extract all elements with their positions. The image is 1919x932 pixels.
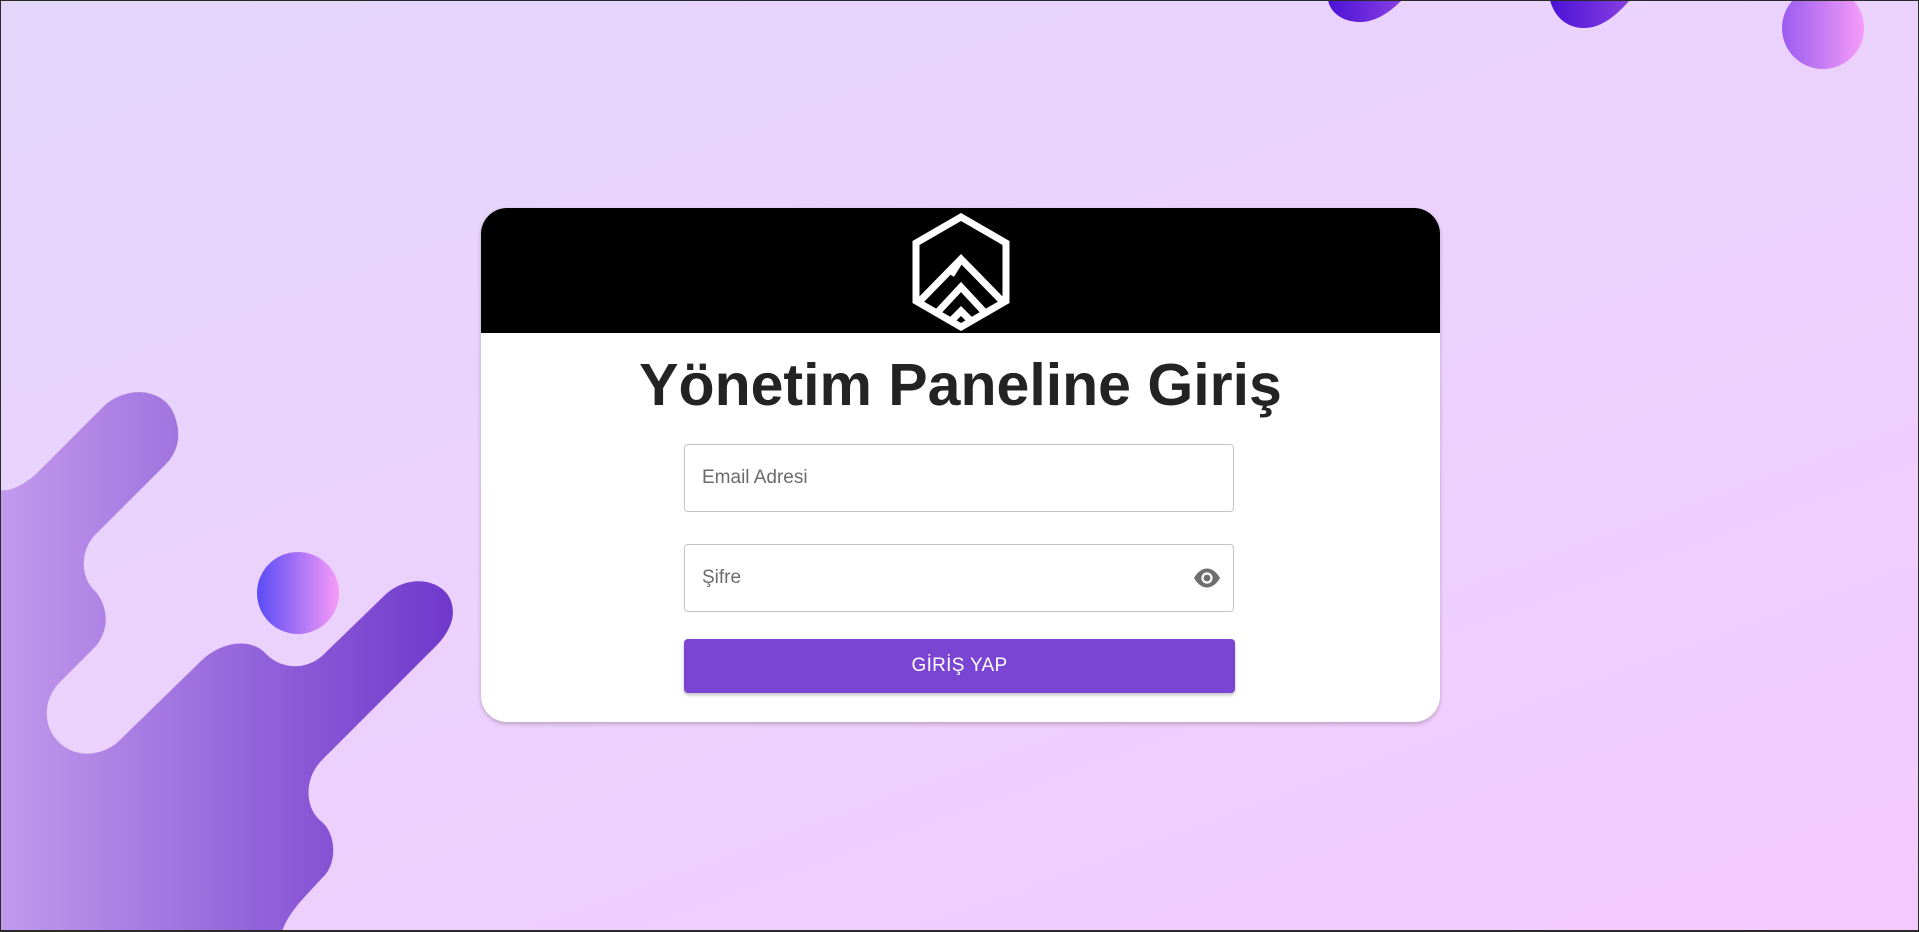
login-card: Yönetim Paneline Giriş GİRİŞ YAP [481, 208, 1440, 722]
email-input[interactable] [685, 445, 1162, 511]
decorative-blob-top-1 [1328, 0, 1402, 22]
password-input[interactable] [685, 545, 1162, 611]
card-header [481, 208, 1440, 333]
email-field[interactable] [684, 444, 1234, 512]
decorative-blob-left [0, 392, 453, 932]
page-title: Yönetim Paneline Giriş [639, 352, 1282, 418]
hexagon-shield-logo-icon [912, 212, 1009, 331]
eye-icon[interactable] [1193, 566, 1221, 590]
decorative-blob-top-2 [1550, 0, 1630, 28]
decorative-ball-left [257, 552, 339, 634]
decorative-ball-top-right [1782, 0, 1864, 69]
login-page: Yönetim Paneline Giriş GİRİŞ YAP [0, 0, 1919, 932]
password-field[interactable] [684, 544, 1234, 612]
login-submit-button[interactable]: GİRİŞ YAP [684, 639, 1235, 693]
